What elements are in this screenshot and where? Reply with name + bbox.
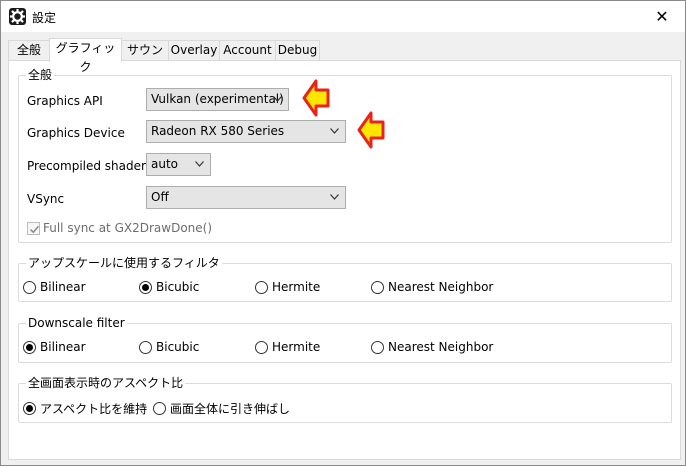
- radio-label: Hermite: [272, 280, 321, 294]
- settings-window: 設定 ✕ 全般 グラフィック サウンド Overlay Account Debu…: [0, 0, 686, 466]
- tab-overlay[interactable]: Overlay: [168, 40, 220, 61]
- gear-icon: [9, 8, 26, 25]
- aspect-group-title: 全画面表示時のアスペクト比: [26, 375, 186, 391]
- radio-label: Hermite: [272, 340, 321, 354]
- aspect-option-keep[interactable]: アスペクト比を維持: [23, 400, 147, 417]
- graphics-api-label: Graphics API: [27, 94, 103, 108]
- downscale-group: Downscale filter Bilinear Bicubic Hermit…: [18, 315, 672, 363]
- graphics-device-select[interactable]: Radeon RX 580 Series: [146, 120, 346, 143]
- radio-button[interactable]: [255, 280, 268, 294]
- radio-button[interactable]: [371, 280, 384, 294]
- radio-label: Bilinear: [40, 340, 86, 354]
- tab-graphics[interactable]: グラフィック: [49, 38, 122, 74]
- radio-label: Nearest Neighbor: [388, 340, 494, 354]
- radio-button[interactable]: [371, 340, 384, 354]
- radio-button[interactable]: [23, 340, 36, 354]
- upscale-option-hermite[interactable]: Hermite: [255, 280, 320, 294]
- vsync-value: Off: [151, 190, 169, 204]
- radio-label: アスペクト比を維持: [40, 402, 148, 416]
- radio-button[interactable]: [23, 280, 36, 294]
- graphics-panel: 全般 Graphics API Vulkan (experimental) Gr…: [8, 60, 681, 460]
- precompiled-shaders-select[interactable]: auto: [146, 153, 211, 176]
- radio-button[interactable]: [139, 280, 152, 294]
- full-sync-label: Full sync at GX2DrawDone(): [43, 221, 213, 235]
- chevron-down-icon: [330, 128, 339, 134]
- radio-button[interactable]: [23, 402, 36, 415]
- checkmark-icon: [29, 225, 40, 233]
- upscale-group: アップスケールに使用するフィルタ Bilinear Bicubic Hermit…: [18, 255, 672, 302]
- downscale-group-title: Downscale filter: [26, 315, 127, 331]
- upscale-option-bicubic[interactable]: Bicubic: [139, 280, 199, 294]
- precompiled-shaders-value: auto: [151, 157, 179, 171]
- window-title: 設定: [32, 11, 57, 25]
- graphics-api-value: Vulkan (experimental): [151, 92, 284, 106]
- graphics-api-select[interactable]: Vulkan (experimental): [146, 88, 289, 111]
- tab-sound[interactable]: サウンド: [121, 40, 169, 76]
- full-sync-checkbox-row[interactable]: Full sync at GX2DrawDone(): [27, 221, 212, 235]
- graphics-device-value: Radeon RX 580 Series: [151, 124, 285, 138]
- chevron-down-icon: [273, 96, 282, 102]
- chevron-down-icon: [195, 161, 204, 167]
- tab-general[interactable]: 全般: [8, 40, 50, 61]
- precompiled-shaders-label: Precompiled shaders: [27, 159, 153, 173]
- vsync-select[interactable]: Off: [146, 186, 346, 209]
- aspect-option-stretch[interactable]: 画面全体に引き伸ばし: [153, 400, 290, 417]
- downscale-option-bicubic[interactable]: Bicubic: [139, 340, 199, 354]
- graphics-device-label: Graphics Device: [27, 126, 125, 140]
- general-group-title: 全般: [26, 67, 55, 83]
- annotation-arrow-icon: [357, 111, 385, 149]
- general-group: 全般 Graphics API Vulkan (experimental) Gr…: [18, 67, 672, 243]
- full-sync-checkbox[interactable]: [27, 221, 40, 235]
- aspect-group: 全画面表示時のアスペクト比 アスペクト比を維持 画面全体に引き伸ばし: [18, 375, 672, 423]
- radio-label: Bilinear: [40, 280, 86, 294]
- tab-debug[interactable]: Debug: [275, 40, 320, 61]
- chevron-down-icon: [330, 194, 339, 200]
- close-button[interactable]: ✕: [639, 1, 685, 32]
- close-icon: ✕: [655, 7, 669, 26]
- upscale-group-title: アップスケールに使用するフィルタ: [26, 255, 222, 271]
- title-bar: 設定 ✕: [1, 1, 685, 32]
- downscale-option-bilinear[interactable]: Bilinear: [23, 340, 86, 354]
- tab-account[interactable]: Account: [219, 40, 276, 61]
- radio-button[interactable]: [153, 402, 166, 415]
- radio-label: Nearest Neighbor: [388, 280, 494, 294]
- radio-label: 画面全体に引き伸ばし: [170, 402, 291, 416]
- vsync-label: VSync: [27, 192, 65, 206]
- radio-label: Bicubic: [156, 280, 200, 294]
- downscale-option-hermite[interactable]: Hermite: [255, 340, 320, 354]
- radio-button[interactable]: [139, 340, 152, 354]
- downscale-option-nearest[interactable]: Nearest Neighbor: [371, 340, 493, 354]
- radio-button[interactable]: [255, 340, 268, 354]
- annotation-arrow-icon: [302, 79, 330, 117]
- upscale-option-bilinear[interactable]: Bilinear: [23, 280, 86, 294]
- radio-label: Bicubic: [156, 340, 200, 354]
- tab-strip: 全般 グラフィック サウンド Overlay Account Debug: [8, 38, 678, 76]
- upscale-option-nearest[interactable]: Nearest Neighbor: [371, 280, 493, 294]
